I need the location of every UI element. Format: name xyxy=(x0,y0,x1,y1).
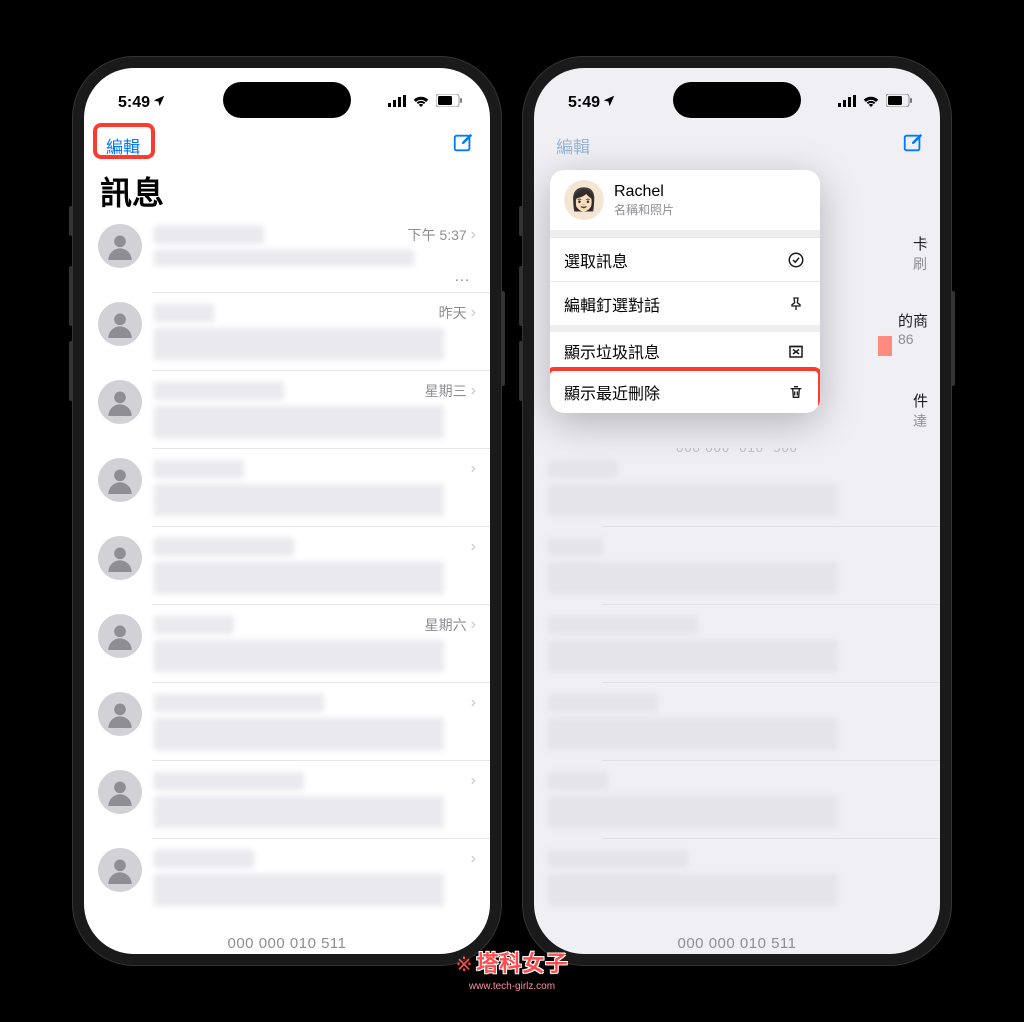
bottom-number: 000 000 010 511 xyxy=(228,935,347,952)
message-row[interactable]: › xyxy=(84,760,490,838)
compose-button[interactable] xyxy=(452,132,474,159)
time-label: 5:49 xyxy=(568,94,600,112)
power-button xyxy=(501,291,505,386)
avatar-placeholder-icon xyxy=(98,770,142,814)
profile-header[interactable]: 👩🏻 Rachel 名稱和照片 xyxy=(550,170,820,230)
chevron-right-icon: › xyxy=(471,850,476,868)
chevron-right-icon: › xyxy=(471,304,476,322)
chevron-right-icon: › xyxy=(471,538,476,556)
avatar-placeholder-icon xyxy=(98,614,142,658)
wifi-icon xyxy=(862,94,880,112)
location-icon xyxy=(152,94,166,113)
iphone-right: 5:49 編輯 卡刷 › 的商86 › 件達 000 000 010 500 xyxy=(522,56,952,966)
chevron-right-icon: › xyxy=(471,694,476,712)
avatar-placeholder-icon xyxy=(98,536,142,580)
message-row[interactable]: 下午 5:37› … xyxy=(84,214,490,292)
avatar-placeholder-icon xyxy=(98,380,142,424)
dynamic-island xyxy=(673,82,801,118)
menu-edit-pins[interactable]: 編輯釘選對話 xyxy=(550,281,820,325)
wifi-icon xyxy=(412,94,430,112)
menu-show-junk[interactable]: 顯示垃圾訊息 xyxy=(550,325,820,369)
watermark-icon: ※ xyxy=(456,952,473,977)
time-label: 5:49 xyxy=(118,94,150,112)
battery-icon xyxy=(886,94,912,112)
bg-red-strip xyxy=(878,336,892,356)
row-time: 星期三 xyxy=(425,381,467,401)
cellular-icon xyxy=(388,94,406,112)
bg-peek: 件達 xyxy=(913,390,928,431)
row-time: 星期六 xyxy=(425,615,467,635)
menu-item-label: 顯示垃圾訊息 xyxy=(564,339,660,363)
row-time: 昨天 xyxy=(439,303,467,323)
chevron-right-icon: › xyxy=(471,460,476,478)
status-time: 5:49 xyxy=(118,94,166,113)
junk-bin-icon xyxy=(786,342,806,360)
message-row[interactable]: › xyxy=(84,448,490,526)
chevron-right-icon: › xyxy=(471,226,476,244)
volume-up-button xyxy=(519,266,523,326)
volume-down-button xyxy=(519,341,523,401)
nav-bar: 編輯 xyxy=(534,124,940,166)
edit-menu-popover: 👩🏻 Rachel 名稱和照片 選取訊息 編輯釘選對話 顯示垃圾訊息 xyxy=(550,170,820,413)
menu-item-label: 顯示最近刪除 xyxy=(564,380,660,404)
location-icon xyxy=(602,94,616,113)
chevron-right-icon: › xyxy=(471,382,476,400)
compose-button[interactable] xyxy=(902,132,924,159)
side-button xyxy=(519,206,523,236)
edit-button[interactable]: 編輯 xyxy=(550,130,596,161)
avatar-placeholder-icon xyxy=(98,848,142,892)
bottom-number: 000 000 010 511 xyxy=(678,935,797,952)
chevron-right-icon: › xyxy=(471,772,476,790)
page-title: 訊息 xyxy=(100,168,164,214)
message-row[interactable]: 昨天› xyxy=(84,292,490,370)
volume-up-button xyxy=(69,266,73,326)
message-row[interactable]: › xyxy=(84,526,490,604)
power-button xyxy=(951,291,955,386)
message-row[interactable]: 星期三› xyxy=(84,370,490,448)
avatar-placeholder-icon xyxy=(98,692,142,736)
checkmark-circle-icon xyxy=(786,251,806,269)
message-row[interactable]: 星期六› xyxy=(84,604,490,682)
menu-select-messages[interactable]: 選取訊息 xyxy=(550,237,820,281)
profile-subtitle: 名稱和照片 xyxy=(614,201,674,218)
watermark-text: 塔科女子 xyxy=(476,946,568,978)
dynamic-island xyxy=(223,82,351,118)
message-row[interactable]: › xyxy=(84,682,490,760)
avatar-placeholder-icon xyxy=(98,302,142,346)
menu-item-label: 選取訊息 xyxy=(564,248,628,272)
screen-left: 5:49 編輯 xyxy=(84,68,490,954)
messages-list[interactable]: 下午 5:37› … 昨天› 星期三› xyxy=(84,214,490,954)
watermark-url: www.tech-girlz.com xyxy=(469,981,555,992)
side-button xyxy=(69,206,73,236)
cellular-icon xyxy=(838,94,856,112)
pin-icon xyxy=(786,295,806,313)
messages-list-dim: 000 000 010 500 xyxy=(534,448,940,954)
trash-icon xyxy=(786,383,806,401)
avatar-placeholder-icon xyxy=(98,224,142,268)
battery-icon xyxy=(436,94,462,112)
screen-right: 5:49 編輯 卡刷 › 的商86 › 件達 000 000 010 500 xyxy=(534,68,940,954)
menu-show-recently-deleted[interactable]: 顯示最近刪除 xyxy=(550,369,820,413)
status-time: 5:49 xyxy=(568,94,616,113)
avatar-placeholder-icon xyxy=(98,458,142,502)
menu-separator xyxy=(550,230,820,237)
menu-item-label: 編輯釘選對話 xyxy=(564,292,660,316)
nav-bar: 編輯 xyxy=(84,124,490,166)
volume-down-button xyxy=(69,341,73,401)
edit-button[interactable]: 編輯 xyxy=(100,130,146,161)
message-row[interactable]: › xyxy=(84,838,490,916)
chevron-right-icon: › xyxy=(471,616,476,634)
profile-name: Rachel xyxy=(614,183,674,201)
watermark: ※ 塔科女子 xyxy=(456,946,569,978)
iphone-left: 5:49 編輯 xyxy=(72,56,502,966)
row-time: 下午 5:37 xyxy=(408,225,467,245)
memoji-avatar-icon: 👩🏻 xyxy=(564,180,604,220)
